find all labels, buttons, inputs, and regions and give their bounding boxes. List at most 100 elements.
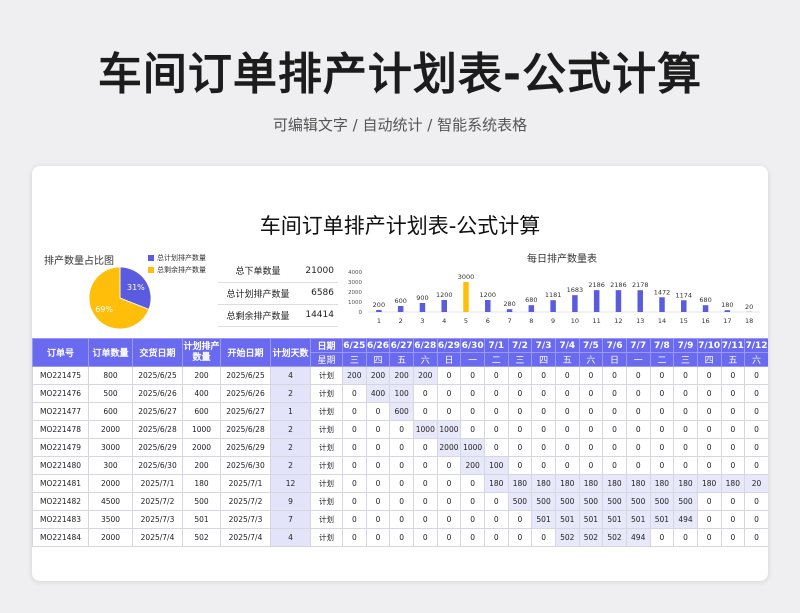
cell-daily-qty[interactable]: 0	[696, 420, 722, 439]
header-date[interactable]: 6/25	[342, 338, 367, 353]
cell-daily-qty[interactable]: 502	[578, 528, 604, 547]
cell-qty[interactable]: 3000	[88, 438, 133, 457]
cell-start-date[interactable]: 2025/6/27	[220, 402, 271, 421]
header-date[interactable]: 7/12	[744, 338, 768, 353]
cell-due-date[interactable]: 2025/7/4	[132, 528, 183, 547]
cell-daily-qty[interactable]: 0	[531, 438, 556, 457]
cell-qty[interactable]: 600	[88, 402, 133, 421]
cell-order-no[interactable]: MO221483	[32, 510, 89, 529]
cell-daily-qty[interactable]: 0	[531, 456, 556, 475]
cell-plan-days[interactable]: 2	[270, 438, 311, 457]
header-date[interactable]: 6/30	[460, 338, 485, 353]
cell-daily-qty[interactable]: 0	[412, 384, 438, 403]
header-date[interactable]: 7/2	[507, 338, 533, 353]
cell-daily-qty[interactable]: 0	[483, 438, 509, 457]
cell-daily-qty[interactable]: 0	[673, 366, 698, 385]
header-plan-days[interactable]: 计划天数	[270, 338, 311, 367]
cell-daily-qty[interactable]: 0	[412, 492, 438, 511]
cell-daily-qty[interactable]: 0	[720, 402, 746, 421]
cell-daily-qty[interactable]: 180	[673, 474, 698, 493]
cell-daily-qty[interactable]: 0	[436, 384, 462, 403]
cell-daily-qty[interactable]: 500	[602, 492, 627, 511]
header-plan-qty[interactable]: 计划排产数量	[182, 338, 221, 367]
cell-daily-qty[interactable]: 502	[554, 528, 580, 547]
cell-daily-qty[interactable]: 0	[460, 474, 485, 493]
cell-order-no[interactable]: MO221482	[32, 492, 89, 511]
cell-start-date[interactable]: 2025/6/30	[220, 456, 271, 475]
cell-daily-qty[interactable]: 0	[342, 420, 367, 439]
cell-qty[interactable]: 4500	[88, 492, 133, 511]
cell-daily-qty[interactable]: 0	[412, 528, 438, 547]
cell-daily-qty[interactable]: 501	[578, 510, 604, 529]
cell-type[interactable]: 计划	[310, 402, 343, 421]
cell-daily-qty[interactable]: 0	[365, 492, 391, 511]
cell-daily-qty[interactable]: 0	[389, 474, 414, 493]
header-date[interactable]: 7/9	[673, 338, 698, 353]
cell-daily-qty[interactable]: 0	[365, 510, 391, 529]
cell-plan-qty[interactable]: 2000	[182, 438, 221, 457]
cell-start-date[interactable]: 2025/7/3	[220, 510, 271, 529]
cell-daily-qty[interactable]: 0	[436, 456, 462, 475]
cell-type[interactable]: 计划	[310, 528, 343, 547]
cell-daily-qty[interactable]: 180	[720, 474, 746, 493]
cell-due-date[interactable]: 2025/7/3	[132, 510, 183, 529]
cell-daily-qty[interactable]: 0	[436, 402, 462, 421]
cell-daily-qty[interactable]: 0	[507, 366, 533, 385]
cell-daily-qty[interactable]: 0	[744, 528, 768, 547]
cell-daily-qty[interactable]: 0	[365, 438, 391, 457]
cell-plan-days[interactable]: 2	[270, 420, 311, 439]
cell-daily-qty[interactable]: 180	[602, 474, 627, 493]
cell-daily-qty[interactable]: 0	[602, 402, 627, 421]
cell-daily-qty[interactable]: 494	[625, 528, 651, 547]
cell-daily-qty[interactable]: 0	[744, 402, 768, 421]
cell-daily-qty[interactable]: 0	[460, 402, 485, 421]
cell-daily-qty[interactable]: 0	[744, 366, 768, 385]
cell-daily-qty[interactable]: 501	[649, 510, 675, 529]
cell-daily-qty[interactable]: 0	[625, 384, 651, 403]
cell-daily-qty[interactable]: 0	[744, 384, 768, 403]
cell-daily-qty[interactable]: 501	[625, 510, 651, 529]
cell-plan-days[interactable]: 2	[270, 456, 311, 475]
cell-daily-qty[interactable]: 0	[507, 420, 533, 439]
cell-daily-qty[interactable]: 0	[554, 384, 580, 403]
cell-daily-qty[interactable]: 0	[436, 492, 462, 511]
cell-daily-qty[interactable]: 0	[342, 456, 367, 475]
cell-daily-qty[interactable]: 0	[649, 528, 675, 547]
cell-daily-qty[interactable]: 180	[578, 474, 604, 493]
cell-daily-qty[interactable]: 0	[531, 528, 556, 547]
cell-start-date[interactable]: 2025/7/1	[220, 474, 271, 493]
cell-daily-qty[interactable]: 180	[625, 474, 651, 493]
cell-due-date[interactable]: 2025/6/25	[132, 366, 183, 385]
cell-daily-qty[interactable]: 200	[460, 456, 485, 475]
cell-daily-qty[interactable]: 0	[602, 456, 627, 475]
header-date[interactable]: 7/10	[696, 338, 722, 353]
cell-daily-qty[interactable]: 500	[507, 492, 533, 511]
cell-due-date[interactable]: 2025/6/28	[132, 420, 183, 439]
header-date[interactable]: 6/28	[412, 338, 438, 353]
cell-order-no[interactable]: MO221481	[32, 474, 89, 493]
cell-plan-days[interactable]: 12	[270, 474, 311, 493]
cell-daily-qty[interactable]: 0	[554, 438, 580, 457]
cell-daily-qty[interactable]: 0	[744, 420, 768, 439]
cell-daily-qty[interactable]: 0	[649, 402, 675, 421]
cell-daily-qty[interactable]: 0	[720, 492, 746, 511]
cell-order-no[interactable]: MO221480	[32, 456, 89, 475]
cell-daily-qty[interactable]: 0	[412, 438, 438, 457]
header-date[interactable]: 7/8	[649, 338, 675, 353]
cell-daily-qty[interactable]: 180	[649, 474, 675, 493]
cell-order-no[interactable]: MO221479	[32, 438, 89, 457]
cell-daily-qty[interactable]: 0	[625, 420, 651, 439]
cell-qty[interactable]: 3500	[88, 510, 133, 529]
cell-daily-qty[interactable]: 0	[720, 366, 746, 385]
cell-daily-qty[interactable]: 0	[578, 438, 604, 457]
cell-qty[interactable]: 300	[88, 456, 133, 475]
cell-plan-days[interactable]: 4	[270, 528, 311, 547]
header-order-no[interactable]: 订单号	[32, 338, 89, 367]
cell-order-no[interactable]: MO221476	[32, 384, 89, 403]
cell-daily-qty[interactable]: 0	[744, 438, 768, 457]
cell-daily-qty[interactable]: 0	[696, 384, 722, 403]
cell-daily-qty[interactable]: 0	[578, 366, 604, 385]
cell-daily-qty[interactable]: 0	[578, 384, 604, 403]
header-date[interactable]: 6/29	[436, 338, 462, 353]
cell-daily-qty[interactable]: 0	[460, 528, 485, 547]
